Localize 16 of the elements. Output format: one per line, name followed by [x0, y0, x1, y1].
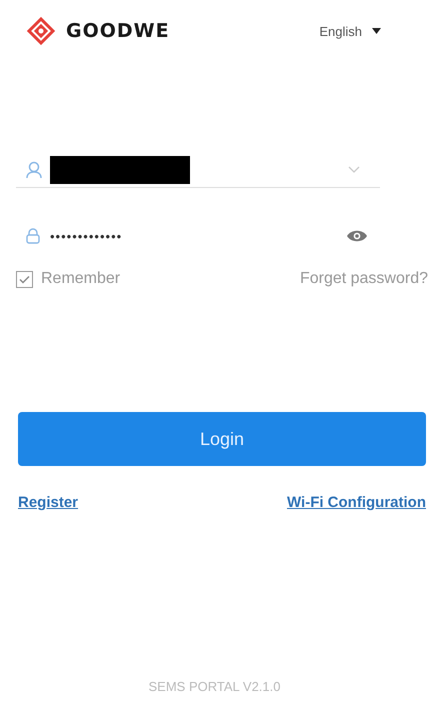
- version-text: SEMS PORTAL V2.1.0: [148, 679, 280, 694]
- language-selector[interactable]: English: [319, 24, 381, 38]
- logo-icon: [24, 14, 58, 48]
- login-button[interactable]: Login: [18, 412, 426, 466]
- user-icon: [26, 160, 42, 178]
- forgot-password-link[interactable]: Forget password?: [300, 270, 428, 288]
- remember-label: Remember: [41, 270, 120, 288]
- logo-wordmark: GOODWE: [66, 20, 170, 42]
- register-link[interactable]: Register: [18, 494, 78, 511]
- checkbox[interactable]: [16, 270, 33, 288]
- checkmark-icon: [19, 274, 30, 284]
- wifi-configuration-link[interactable]: Wi-Fi Configuration: [287, 494, 426, 511]
- password-field[interactable]: •••••••••••••: [50, 228, 346, 244]
- lock-icon: [26, 228, 40, 244]
- caret-icon: [372, 28, 381, 34]
- eye-icon[interactable]: [346, 229, 368, 243]
